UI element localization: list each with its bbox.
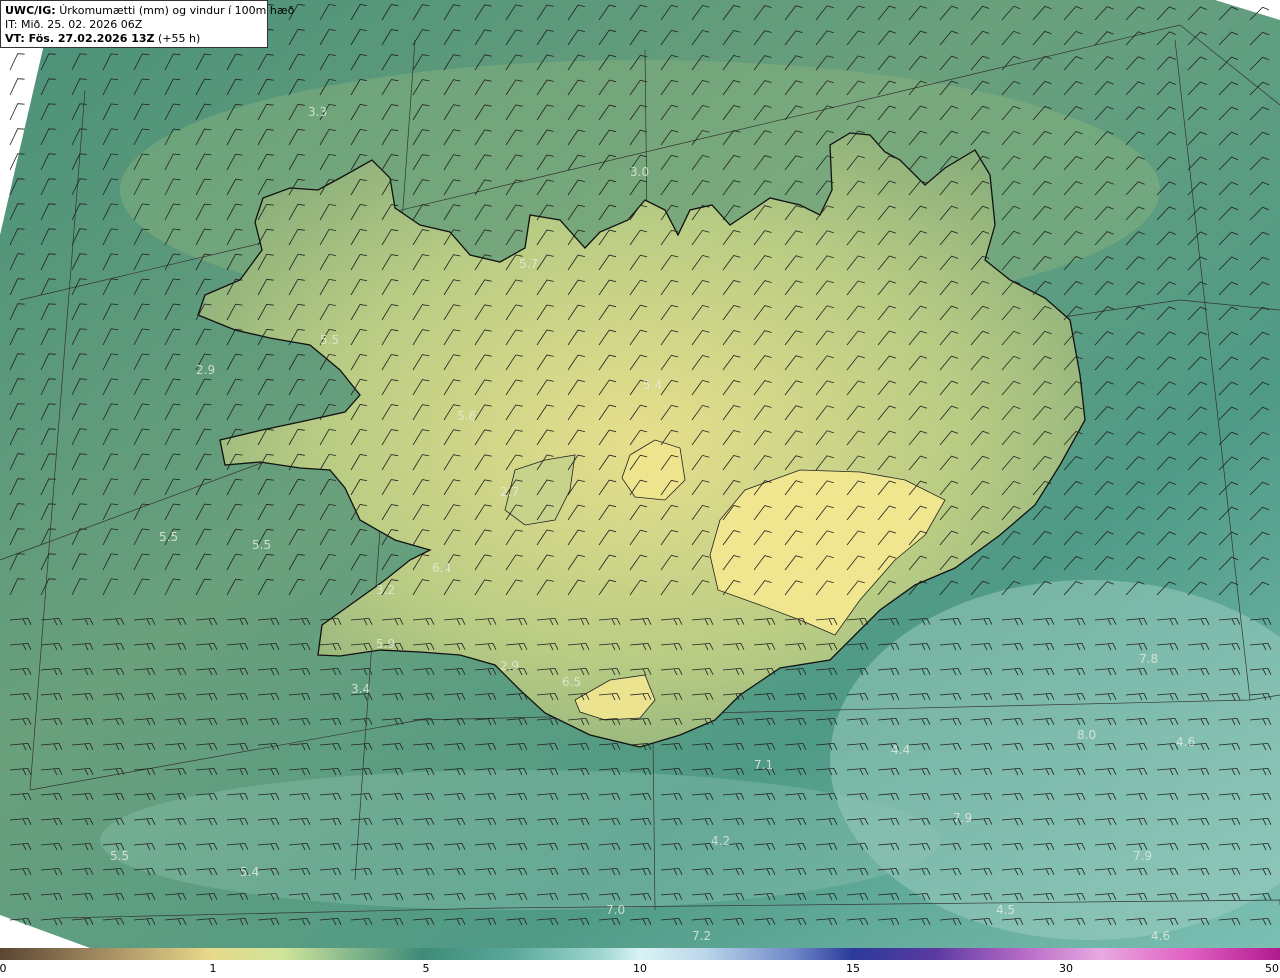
map-header: UWC/IG: Úrkomumætti (mm) og vindur í 100… [0, 0, 294, 48]
precip-value-label: 4.2 [711, 834, 730, 848]
precip-value-label: 7.9 [1133, 849, 1152, 863]
precip-value-label: 7.1 [754, 758, 773, 772]
precip-value-label: 5.5 [252, 538, 271, 552]
colorbar-tick: 50 [1265, 962, 1279, 975]
precip-value-label: 3.3 [308, 105, 327, 119]
precip-value-label: 2.9 [500, 659, 519, 673]
colorbar-tick: 0 [0, 962, 7, 975]
precip-value-label: 3.0 [630, 165, 649, 179]
precip-value-label: 5.5 [159, 530, 178, 544]
precip-value-label: 2.9 [196, 363, 215, 377]
precip-value-label: 5.5 [320, 333, 339, 347]
precip-band-south [100, 770, 940, 910]
colorbar-tick: 5 [422, 962, 430, 975]
colorbar-tick: 1 [209, 962, 217, 975]
precip-value-label: 7.8 [1139, 652, 1158, 666]
valid-time: VT: Fös. 27.02.2026 13Z [5, 32, 155, 45]
lead-time: (+55 h) [158, 32, 201, 45]
model-label: UWC/IG: [5, 4, 56, 17]
precip-value-label: 6.4 [432, 561, 451, 575]
colorbar-tick: 15 [846, 962, 860, 975]
precip-colorbar [0, 948, 1280, 960]
precip-value-label: 3.2 [376, 583, 395, 597]
precip-value-label: 7.9 [953, 811, 972, 825]
init-time: IT: Mið. 25. 02. 2026 06Z [5, 18, 143, 31]
precip-value-label: 5.4 [643, 378, 662, 392]
precip-value-label: 8.0 [1077, 728, 1096, 742]
precip-value-label: 6.5 [562, 675, 581, 689]
precip-value-label: 5.6 [457, 409, 476, 423]
wind-barb [9, 53, 25, 71]
precip-value-label: 5.4 [240, 865, 259, 879]
colorbar-tick: 30 [1059, 962, 1073, 975]
precip-value-label: 7.2 [692, 929, 711, 943]
map-title: Úrkomumætti (mm) og vindur í 100m hæð [59, 4, 295, 17]
precip-value-label: 5.7 [519, 257, 538, 271]
precipitation-wind-map: 3.3 3.0 5.7 5.5 2.9 5.4 5.6 2.7 5.5 5.5 6.4 3.2 5.9 2… [0, 0, 1280, 948]
wind-barb [9, 103, 25, 121]
precip-value-label: 3.4 [351, 682, 370, 696]
precip-value-label: 5.9 [376, 637, 395, 651]
precip-value-label: 4.6 [1176, 735, 1195, 749]
precip-value-label: 4.5 [996, 903, 1015, 917]
precip-value-label: 7.0 [606, 903, 625, 917]
precip-value-label: 4.4 [891, 743, 910, 757]
colorbar-tick: 10 [633, 962, 647, 975]
precip-value-label: 2.7 [500, 485, 519, 499]
precip-value-label: 4.6 [1151, 929, 1170, 943]
wind-barb [9, 78, 25, 96]
precip-value-label: 5.5 [110, 849, 129, 863]
